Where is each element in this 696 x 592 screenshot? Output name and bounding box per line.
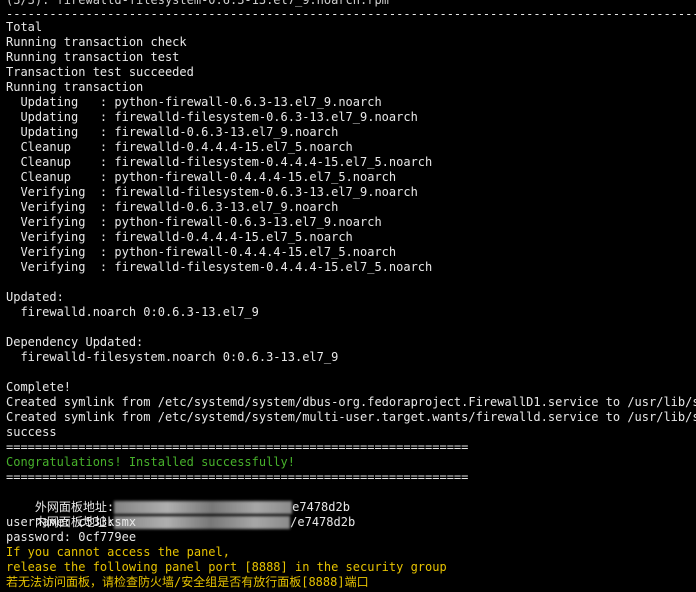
step-line: Updating : python-firewall-0.6.3-13.el7_… (6, 95, 382, 109)
outer-panel-address[interactable]: 外网面板地址: e7478d2b (6, 485, 350, 514)
step-line: Verifying : python-firewall-0.4.4.4-15.e… (6, 245, 397, 259)
running-transaction-line: Running transaction (6, 80, 144, 94)
step-line: Verifying : python-firewall-0.6.3-13.el7… (6, 215, 382, 229)
updated-label: Updated: (6, 290, 64, 304)
step-line: Cleanup : firewalld-0.4.4.4-15.el7_5.noa… (6, 140, 353, 154)
warning-line: release the following panel port [8888] … (6, 560, 447, 574)
symlink-line: Created symlink from /etc/systemd/system… (6, 395, 696, 409)
dash-separator: ----------------------------------------… (6, 7, 696, 21)
redacted-address-blur (114, 516, 291, 529)
test-succeeded-line: Transaction test succeeded (6, 65, 194, 79)
equals-separator: ========================================… (6, 440, 468, 454)
step-line: Verifying : firewalld-0.4.4.4-15.el7_5.n… (6, 230, 353, 244)
dependency-package: firewalld-filesystem.noarch 0:0.6.3-13.e… (6, 350, 339, 364)
complete-line: Complete! (6, 380, 72, 394)
warning-line-chinese: 若无法访问面板，请检查防火墙/安全组是否有放行面板[8888]端口 (6, 575, 369, 589)
step-line: Verifying : firewalld-filesystem-0.4.4.4… (6, 260, 433, 274)
congratulations-message: Congratulations! Installed successfully! (6, 455, 295, 469)
step-line: Cleanup : python-firewall-0.4.4.4-15.el7… (6, 170, 397, 184)
total-line: Total (6, 20, 43, 34)
username-line: username: c533ksmx (6, 515, 137, 529)
warning-line: If you cannot access the panel, (6, 545, 230, 559)
step-line: Updating : firewalld-0.6.3-13.el7_9.noar… (6, 125, 339, 139)
terminal-window[interactable]: (3/3): firewalld-filesystem-0.6.3-13.el7… (0, 0, 696, 592)
inner-panel-address[interactable]: 内网面板地址:/e7478d2b (6, 500, 355, 529)
step-line: Verifying : firewalld-0.6.3-13.el7_9.noa… (6, 200, 339, 214)
transaction-test-line: Running transaction test (6, 50, 180, 64)
transaction-check-line: Running transaction check (6, 35, 187, 49)
success-line: success (6, 425, 57, 439)
step-line: Updating : firewalld-filesystem-0.6.3-13… (6, 110, 418, 124)
step-line: Verifying : firewalld-filesystem-0.6.3-1… (6, 185, 418, 199)
inner-address-suffix: /e7478d2b (290, 515, 356, 529)
step-line: Cleanup : firewalld-filesystem-0.4.4.4-1… (6, 155, 433, 169)
equals-separator: ========================================… (6, 470, 468, 484)
updated-package: firewalld.noarch 0:0.6.3-13.el7_9 (6, 305, 259, 319)
password-line: password: 0cf779ee (6, 530, 137, 544)
dependency-label: Dependency Updated: (6, 335, 144, 349)
symlink-line: Created symlink from /etc/systemd/system… (6, 410, 696, 424)
